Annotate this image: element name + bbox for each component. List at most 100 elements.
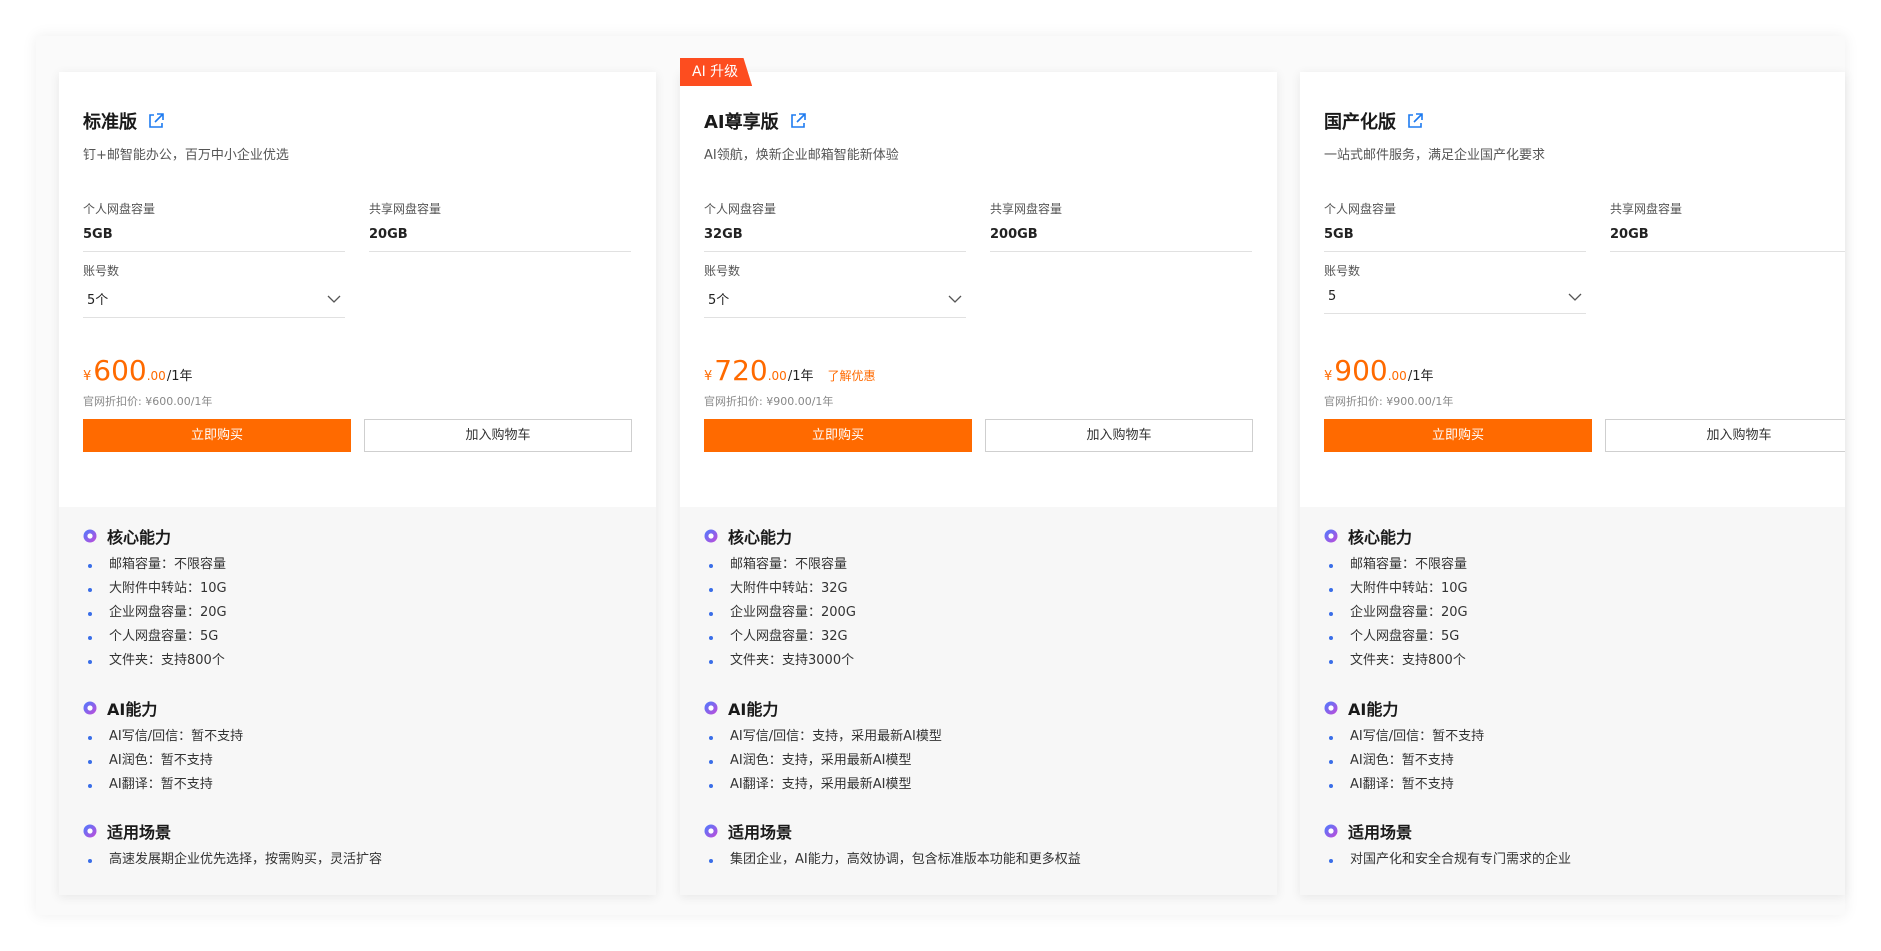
gradient-badge-icon xyxy=(1324,824,1338,838)
shared-storage-field: 共享网盘容量 20GB xyxy=(1610,200,1845,252)
feature-item: 大附件中转站：32G xyxy=(704,577,856,601)
ai-capabilities-section: AI能力 AI写信/回信：暂不支持 AI润色：暂不支持 AI翻译：暂不支持 xyxy=(83,697,243,797)
feature-item: 邮箱容量：不限容量 xyxy=(1324,553,1468,577)
price-decimal: .00 xyxy=(767,369,787,383)
core-capabilities-heading: 核心能力 xyxy=(1324,525,1468,547)
use-cases-section: 适用场景 对国产化和安全合规有专门需求的企业 xyxy=(1324,820,1571,872)
use-cases-heading: 适用场景 xyxy=(704,820,1081,842)
price: ¥ 720 .00 /1年 了解优惠 xyxy=(704,356,876,386)
personal-storage-value: 5GB xyxy=(83,227,345,252)
price-integer: 900 xyxy=(1334,354,1388,387)
plan-card: AI尊享版 AI领航，焕新企业邮箱智能新体验 个人网盘容量 32GB 共享网盘容… xyxy=(680,72,1277,895)
price-integer: 600 xyxy=(93,354,147,387)
shared-storage-label: 共享网盘容量 xyxy=(990,202,1063,216)
feature-item: 企业网盘容量：20G xyxy=(83,601,227,625)
external-link-icon[interactable] xyxy=(1406,112,1424,130)
use-cases-section: 适用场景 集团企业，AI能力，高效协调，包含标准版本功能和更多权益 xyxy=(704,820,1081,872)
plan-title-text: 国产化版 xyxy=(1324,112,1396,133)
plan-header: 标准版 钉+邮智能办公，百万中小企业优选 个人网盘容量 5GB 共享网盘容量 2… xyxy=(59,72,656,507)
plan-description: AI领航，焕新企业邮箱智能新体验 xyxy=(704,148,899,163)
price-currency: ¥ xyxy=(83,369,92,384)
feature-item: 高速发展期企业优先选择，按需购买，灵活扩容 xyxy=(83,848,382,872)
price-decimal: .00 xyxy=(1387,369,1407,383)
personal-storage-label: 个人网盘容量 xyxy=(704,202,777,216)
feature-item: AI翻译：支持，采用最新AI模型 xyxy=(704,773,942,797)
section-title: AI能力 xyxy=(107,700,158,719)
feature-item: 文件夹：支持3000个 xyxy=(704,649,856,673)
feature-item: AI写信/回信：暂不支持 xyxy=(1324,725,1484,749)
account-count-field: 账号数 5 xyxy=(1324,262,1586,314)
ai-upgrade-ribbon: AI 升级 xyxy=(680,58,753,86)
account-count-label: 账号数 xyxy=(704,264,741,278)
price-period: /1年 xyxy=(1407,369,1434,384)
account-count-label: 账号数 xyxy=(83,264,120,278)
personal-storage-field: 个人网盘容量 5GB xyxy=(83,200,345,252)
account-count-value: 5个 xyxy=(708,293,730,308)
section-title: 核心能力 xyxy=(107,528,172,547)
buy-now-button[interactable]: 立即购买 xyxy=(83,419,351,452)
plan-title[interactable]: 国产化版 xyxy=(1324,108,1424,134)
account-count-field: 账号数 5个 xyxy=(83,262,345,318)
add-to-cart-button[interactable]: 加入购物车 xyxy=(985,419,1253,452)
shared-storage-field: 共享网盘容量 200GB xyxy=(990,200,1252,252)
add-to-cart-button[interactable]: 加入购物车 xyxy=(364,419,632,452)
gradient-badge-icon xyxy=(83,824,97,838)
shared-storage-value: 20GB xyxy=(369,227,631,252)
plan-header: 国产化版 一站式邮件服务，满足企业国产化要求 个人网盘容量 5GB 共享网盘容量… xyxy=(1300,72,1845,507)
price-period: /1年 xyxy=(787,369,814,384)
ai-capabilities-heading: AI能力 xyxy=(83,697,243,719)
plan-features: 核心能力 邮箱容量：不限容量 大附件中转站：32G 企业网盘容量：200G 个人网盘容… xyxy=(680,507,1277,895)
plan-card: 国产化版 一站式邮件服务，满足企业国产化要求 个人网盘容量 5GB 共享网盘容量… xyxy=(1300,72,1845,895)
buy-now-button[interactable]: 立即购买 xyxy=(704,419,972,452)
feature-item: 集团企业，AI能力，高效协调，包含标准版本功能和更多权益 xyxy=(704,848,1081,872)
shared-storage-value: 20GB xyxy=(1610,227,1845,252)
feature-item: AI写信/回信：支持，采用最新AI模型 xyxy=(704,725,942,749)
account-count-value: 5 xyxy=(1328,289,1337,304)
core-capabilities-list: 邮箱容量：不限容量 大附件中转站：10G 企业网盘容量：20G 个人网盘容量：5G 文件… xyxy=(1324,553,1468,673)
account-count-select[interactable]: 5 xyxy=(1324,289,1586,314)
core-capabilities-section: 核心能力 邮箱容量：不限容量 大附件中转站：32G 企业网盘容量：200G 个人网盘容… xyxy=(704,525,856,673)
use-cases-heading: 适用场景 xyxy=(83,820,382,842)
plan-features: 核心能力 邮箱容量：不限容量 大附件中转站：10G 企业网盘容量：20G 个人网盘容量… xyxy=(1300,507,1845,895)
account-count-value: 5个 xyxy=(87,293,109,308)
chevron-down-icon xyxy=(948,295,962,303)
account-count-select[interactable]: 5个 xyxy=(83,289,345,318)
account-count-select[interactable]: 5个 xyxy=(704,289,966,318)
feature-item: 邮箱容量：不限容量 xyxy=(83,553,227,577)
use-cases-list: 高速发展期企业优先选择，按需购买，灵活扩容 xyxy=(83,848,382,872)
plan-title[interactable]: AI尊享版 xyxy=(704,108,807,134)
feature-item: 大附件中转站：10G xyxy=(1324,577,1468,601)
chevron-down-icon xyxy=(327,295,341,303)
buy-now-button[interactable]: 立即购买 xyxy=(1324,419,1592,452)
feature-item: 个人网盘容量：5G xyxy=(1324,625,1468,649)
gradient-badge-icon xyxy=(1324,529,1338,543)
price-decimal: .00 xyxy=(146,369,166,383)
gradient-badge-icon xyxy=(1324,701,1338,715)
ai-capabilities-heading: AI能力 xyxy=(704,697,942,719)
section-title: AI能力 xyxy=(1348,700,1399,719)
gradient-badge-icon xyxy=(83,529,97,543)
section-title: 适用场景 xyxy=(728,823,793,842)
personal-storage-field: 个人网盘容量 32GB xyxy=(704,200,966,252)
section-title: 核心能力 xyxy=(1348,528,1413,547)
add-to-cart-button[interactable]: 加入购物车 xyxy=(1605,419,1845,452)
feature-item: 对国产化和安全合规有专门需求的企业 xyxy=(1324,848,1571,872)
shared-storage-field: 共享网盘容量 20GB xyxy=(369,200,631,252)
plan-title[interactable]: 标准版 xyxy=(83,108,165,134)
gradient-badge-icon xyxy=(83,701,97,715)
plan-description: 钉+邮智能办公，百万中小企业优选 xyxy=(83,148,289,163)
original-price: 官网折扣价: ¥900.00/1年 xyxy=(1324,395,1454,408)
personal-storage-label: 个人网盘容量 xyxy=(83,202,156,216)
external-link-icon[interactable] xyxy=(789,112,807,130)
promo-link[interactable]: 了解优惠 xyxy=(827,367,875,384)
section-title: 适用场景 xyxy=(1348,823,1413,842)
plan-title-text: AI尊享版 xyxy=(704,112,779,133)
section-title: 核心能力 xyxy=(728,528,793,547)
price-currency: ¥ xyxy=(704,369,713,384)
section-title: 适用场景 xyxy=(107,823,172,842)
external-link-icon[interactable] xyxy=(147,112,165,130)
use-cases-list: 对国产化和安全合规有专门需求的企业 xyxy=(1324,848,1571,872)
core-capabilities-heading: 核心能力 xyxy=(704,525,856,547)
use-cases-heading: 适用场景 xyxy=(1324,820,1571,842)
ai-capabilities-list: AI写信/回信：暂不支持 AI润色：暂不支持 AI翻译：暂不支持 xyxy=(83,725,243,797)
